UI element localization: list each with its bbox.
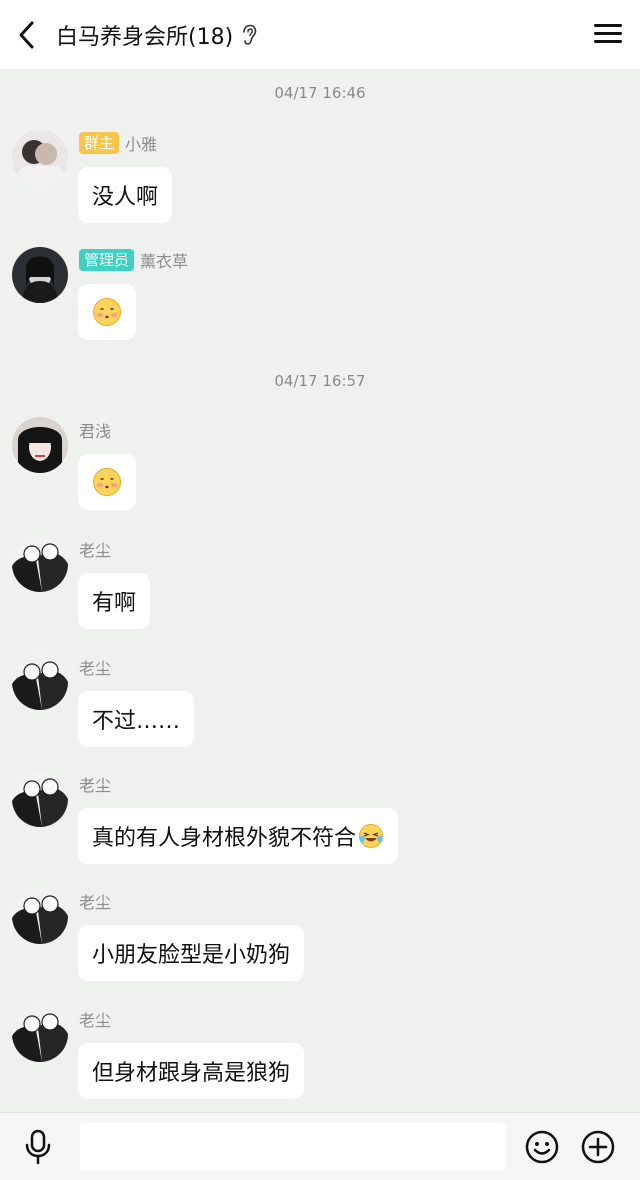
timestamp: 04/17 16:57	[274, 372, 366, 390]
voice-button[interactable]	[22, 1129, 54, 1165]
sender-name: 薰衣草	[140, 252, 189, 271]
sender-line: 君浅	[79, 419, 111, 441]
smiley-icon	[525, 1130, 559, 1164]
admin-badge: 管理员	[79, 249, 135, 271]
group-title: 白马养身会所(18)	[56, 24, 234, 50]
message-text: 有啊	[92, 591, 137, 616]
message-list[interactable]: 04/17 16:46 群主 小雅 没人啊 管理员 薰衣草 04/17 16:5…	[0, 70, 640, 1112]
message-bubble[interactable]: 但身材跟身高是狼狗	[78, 1043, 305, 1099]
avatar[interactable]	[12, 247, 68, 303]
plus-circle-icon	[581, 1130, 615, 1164]
sender-line: 老尘	[79, 773, 111, 795]
sender-name: 老尘	[79, 1011, 112, 1030]
sender-line: 老尘	[79, 538, 111, 560]
sender-line: 老尘	[79, 890, 111, 912]
avatar[interactable]	[12, 536, 68, 592]
menu-line	[594, 24, 622, 27]
message-text: 但身材跟身高是狼狗	[92, 1061, 291, 1086]
message-text: 小朋友脸型是小奶狗	[92, 943, 291, 968]
shy-face-emoji	[93, 298, 121, 326]
message-text: 真的有人身材根外貌不符合	[92, 826, 357, 851]
message-input[interactable]	[80, 1123, 506, 1171]
sender-line: 管理员 薰衣草	[79, 249, 188, 271]
sender-line: 老尘	[79, 1008, 111, 1030]
message-bubble[interactable]: 有啊	[78, 573, 151, 629]
avatar[interactable]	[12, 771, 68, 827]
avatar[interactable]	[12, 130, 68, 186]
more-button[interactable]	[581, 1130, 615, 1164]
sender-name: 老尘	[79, 893, 112, 912]
message-bubble[interactable]: 真的有人身材根外貌不符合	[78, 808, 399, 864]
message-bubble[interactable]	[78, 284, 136, 340]
avatar[interactable]	[12, 417, 68, 473]
sender-name: 小雅	[125, 135, 158, 154]
message-text: 没人啊	[92, 185, 159, 210]
input-bar	[0, 1112, 640, 1180]
emoji-button[interactable]	[525, 1130, 559, 1164]
sender-name: 老尘	[79, 541, 112, 560]
back-button[interactable]	[0, 0, 52, 70]
menu-button[interactable]	[594, 21, 622, 49]
ear-icon	[241, 24, 257, 46]
message-bubble[interactable]	[78, 454, 136, 510]
menu-line	[594, 32, 622, 35]
avatar[interactable]	[12, 654, 68, 710]
owner-badge: 群主	[79, 132, 120, 154]
shy-face-emoji	[93, 468, 121, 496]
message-bubble[interactable]: 不过……	[78, 691, 195, 747]
chat-header: 白马养身会所(18)	[0, 0, 640, 70]
chevron-left-icon	[19, 21, 34, 48]
microphone-icon	[25, 1129, 51, 1165]
menu-line	[594, 40, 622, 43]
message-text: 不过……	[92, 709, 181, 734]
timestamp: 04/17 16:46	[274, 84, 366, 102]
laughing-tears-emoji	[359, 824, 384, 848]
sender-name: 老尘	[79, 659, 112, 678]
message-bubble[interactable]: 小朋友脸型是小奶狗	[78, 925, 305, 981]
avatar[interactable]	[12, 888, 68, 944]
message-bubble[interactable]: 没人啊	[78, 167, 173, 223]
avatar[interactable]	[12, 1006, 68, 1062]
sender-line: 群主 小雅	[79, 132, 157, 154]
sender-name: 君浅	[79, 422, 112, 441]
sender-name: 老尘	[79, 776, 112, 795]
sender-line: 老尘	[79, 656, 111, 678]
